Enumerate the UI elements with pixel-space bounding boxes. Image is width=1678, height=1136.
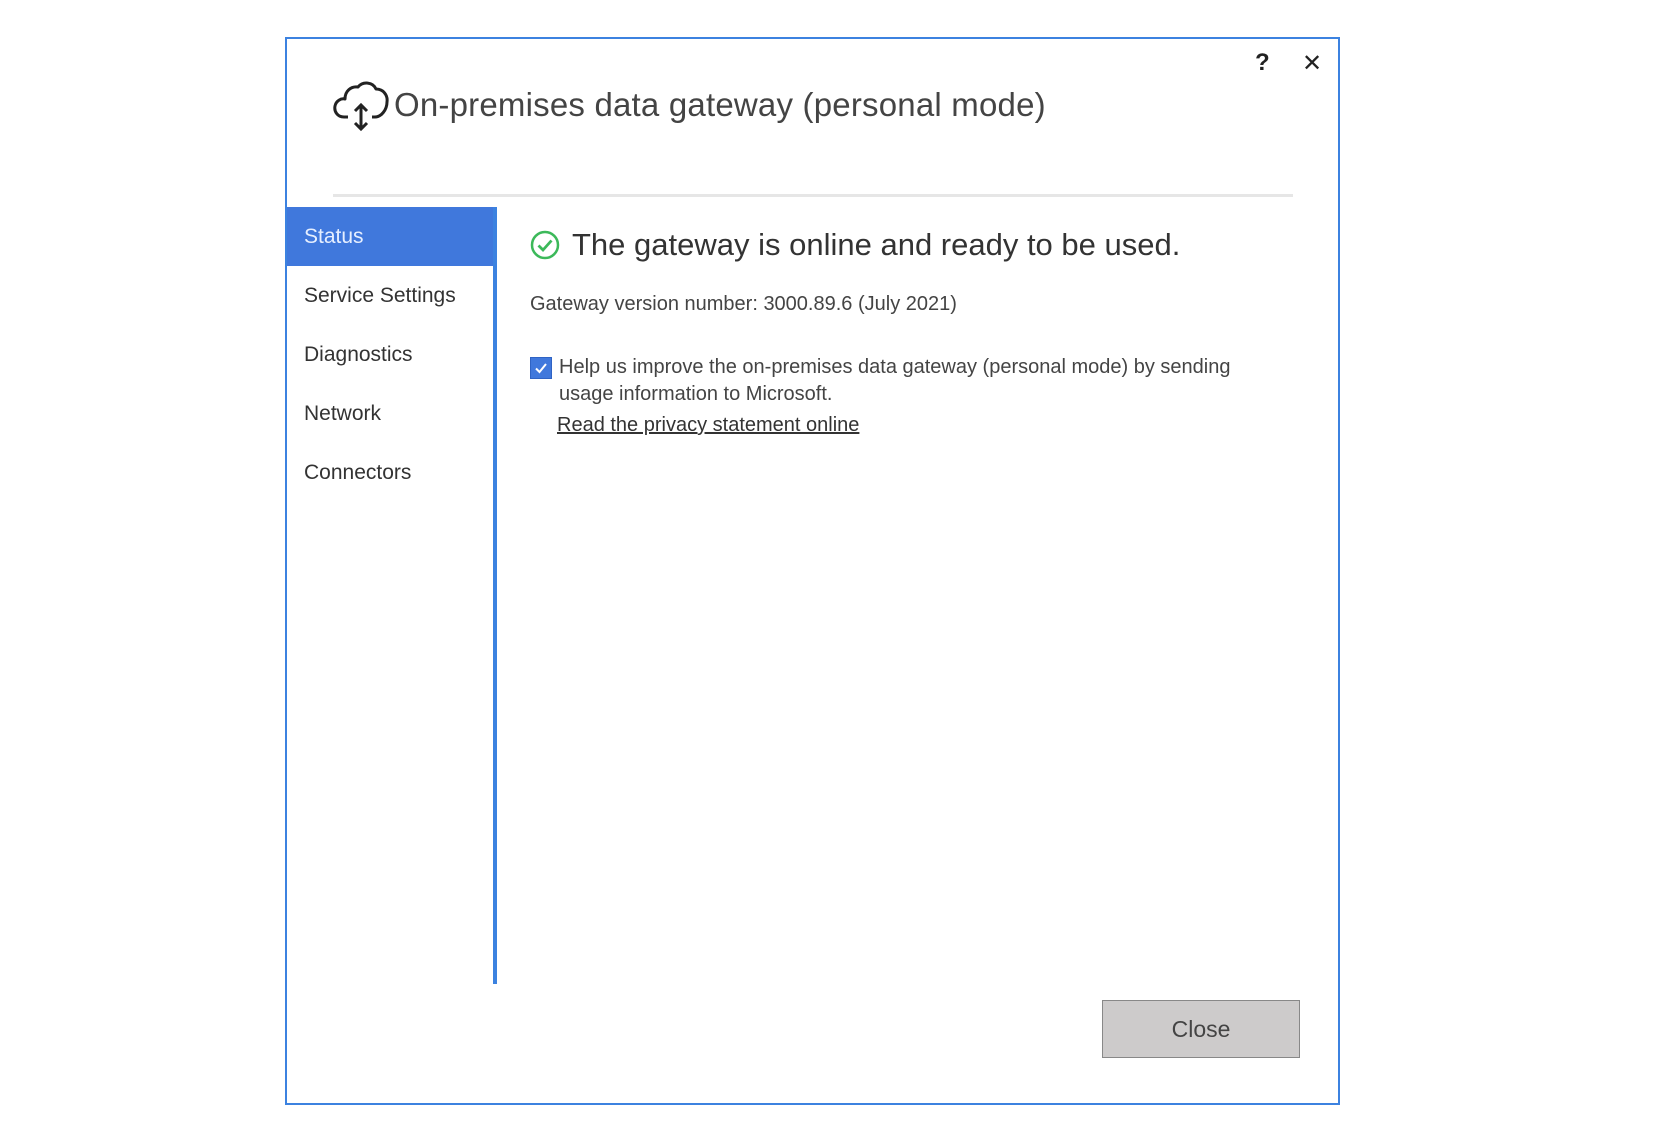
version-text: Gateway version number: 3000.89.6 (July … bbox=[530, 293, 957, 315]
telemetry-label: Help us improve the on-premises data gat… bbox=[559, 356, 1231, 405]
telemetry-checkbox[interactable] bbox=[530, 357, 552, 379]
sidebar-item-service-settings[interactable]: Service Settings bbox=[287, 266, 493, 325]
status-panel: The gateway is online and ready to be us… bbox=[530, 227, 1298, 437]
status-message: The gateway is online and ready to be us… bbox=[572, 227, 1181, 262]
close-icon[interactable]: ✕ bbox=[1302, 49, 1322, 78]
sidebar-item-diagnostics[interactable]: Diagnostics bbox=[287, 325, 493, 384]
sidebar-item-connectors[interactable]: Connectors bbox=[287, 443, 493, 502]
sidebar-item-status[interactable]: Status bbox=[287, 207, 493, 266]
window-title: On-premises data gateway (personal mode) bbox=[394, 86, 1046, 123]
header-divider bbox=[333, 194, 1293, 197]
sidebar-item-network[interactable]: Network bbox=[287, 384, 493, 443]
close-button[interactable]: Close bbox=[1102, 1000, 1300, 1058]
sidebar: Status Service Settings Diagnostics Netw… bbox=[287, 207, 497, 984]
help-button[interactable]: ? bbox=[1255, 49, 1270, 77]
gateway-dialog: On-premises data gateway (personal mode)… bbox=[285, 37, 1340, 1105]
checkmark-icon bbox=[535, 363, 547, 374]
check-circle-icon bbox=[530, 230, 560, 260]
status-row: The gateway is online and ready to be us… bbox=[530, 227, 1298, 263]
cloud-upload-download-icon bbox=[333, 81, 389, 132]
telemetry-option: Help us improve the on-premises data gat… bbox=[530, 354, 1298, 408]
title-row: On-premises data gateway (personal mode) bbox=[332, 77, 1046, 133]
privacy-statement-link[interactable]: Read the privacy statement online bbox=[557, 414, 859, 437]
